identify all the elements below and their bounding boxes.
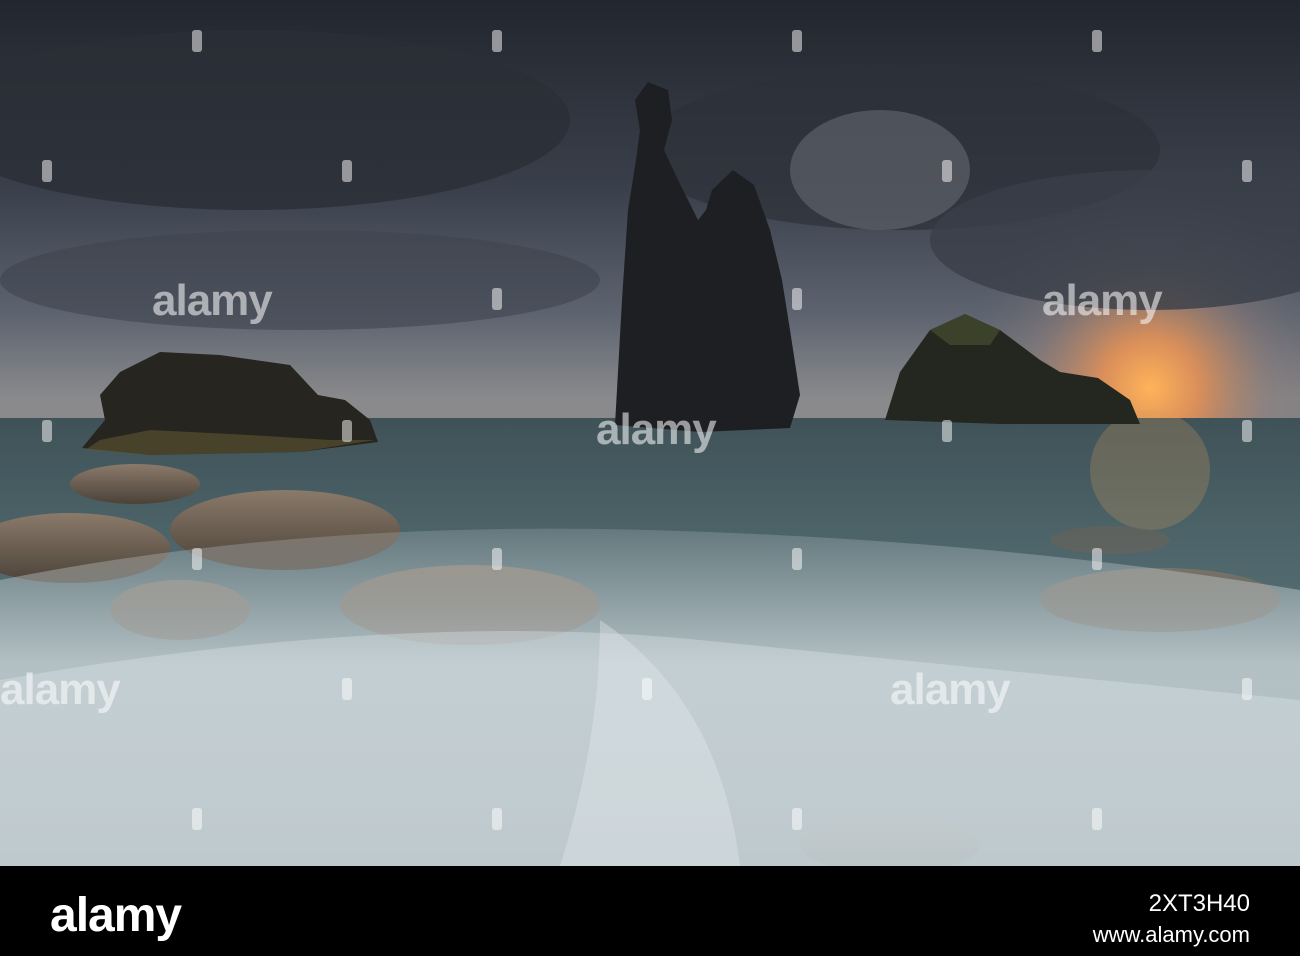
watermark-mark	[942, 420, 952, 442]
alamy-logo: alamy	[50, 889, 182, 942]
watermark-mark	[792, 808, 802, 830]
watermark-mark	[1242, 678, 1252, 700]
watermark-text: alamy	[596, 405, 717, 454]
watermark-mark	[192, 808, 202, 830]
footer-bar: alamy 2XT3H40 www.alamy.com	[0, 866, 1300, 956]
seascape-photo: alamy alamy alamy alamy alamy	[0, 0, 1300, 866]
watermark-text: alamy	[890, 665, 1011, 714]
watermark-mark	[342, 160, 352, 182]
watermark-mark	[1092, 548, 1102, 570]
stock-photo-page: alamy alamy alamy alamy alamy alamy 2XT3…	[0, 0, 1300, 956]
watermark-mark	[192, 30, 202, 52]
watermark-mark	[1242, 420, 1252, 442]
watermark-mark	[792, 548, 802, 570]
site-url: www.alamy.com	[1092, 922, 1250, 947]
watermark-mark	[342, 420, 352, 442]
watermark-mark	[492, 288, 502, 310]
watermark-text: alamy	[0, 665, 121, 714]
watermark-mark	[492, 30, 502, 52]
watermark-mark	[42, 420, 52, 442]
watermark-mark	[792, 30, 802, 52]
watermark-mark	[342, 678, 352, 700]
watermark-mark	[942, 160, 952, 182]
watermark-mark	[642, 678, 652, 700]
watermark-mark	[42, 160, 52, 182]
watermark-mark	[1092, 30, 1102, 52]
watermark-mark	[792, 288, 802, 310]
image-id: 2XT3H40	[1148, 890, 1250, 917]
watermark-mark	[492, 808, 502, 830]
watermark-mark	[192, 548, 202, 570]
watermark-mark	[1092, 808, 1102, 830]
watermark-mark	[1242, 160, 1252, 182]
watermark-text: alamy	[152, 276, 273, 325]
watermark-text: alamy	[1042, 276, 1163, 325]
watermark-mark	[492, 548, 502, 570]
